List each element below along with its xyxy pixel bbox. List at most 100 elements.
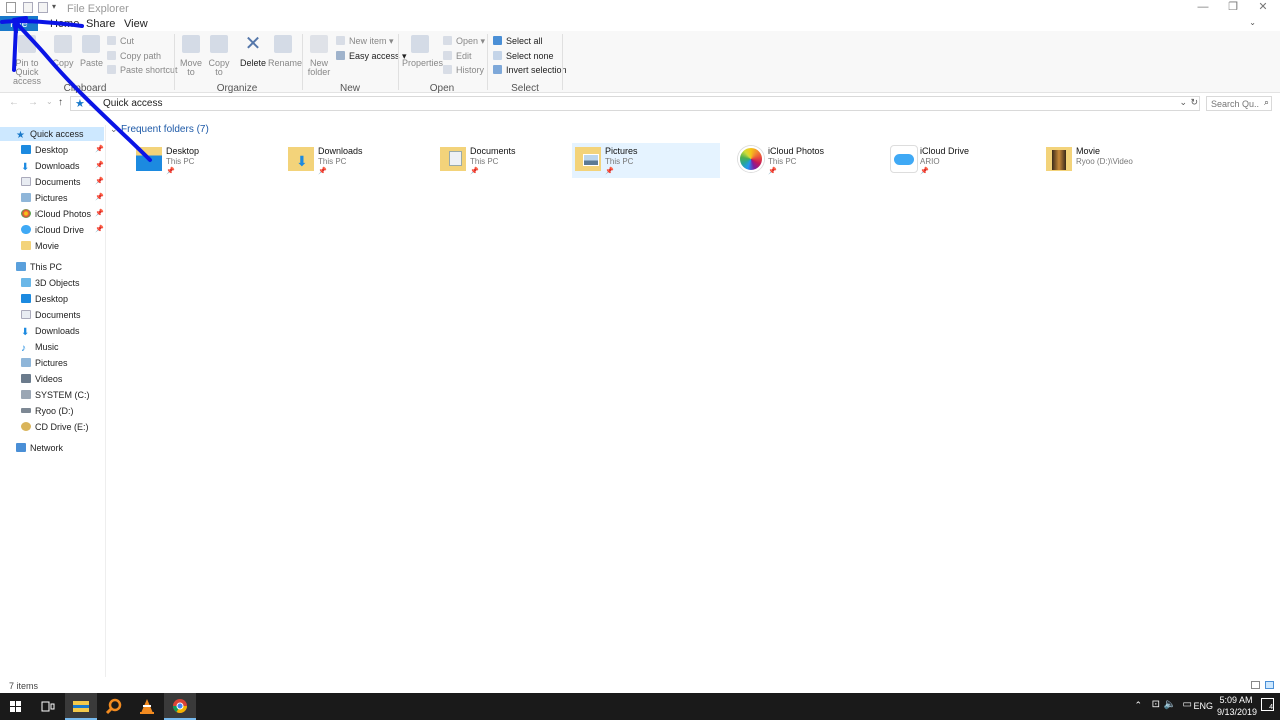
nav-documents[interactable]: Documents 📌: [21, 175, 104, 189]
battery-icon[interactable]: ▭: [1183, 699, 1192, 710]
folder-pictures[interactable]: Pictures This PC 📌: [572, 143, 720, 178]
new-folder-qat-icon[interactable]: [38, 2, 48, 13]
forward-arrow-icon[interactable]: →: [28, 97, 38, 108]
nav-pc-videos[interactable]: Videos: [21, 372, 62, 386]
network-status-icon[interactable]: ⊡: [1152, 699, 1160, 710]
show-hidden-icons-icon[interactable]: ⌃: [1134, 700, 1142, 711]
nav-ryoo-d[interactable]: Ryoo (D:): [21, 404, 74, 418]
collapse-chevron-icon[interactable]: ⌄: [110, 124, 118, 135]
paste-button[interactable]: Paste: [80, 35, 103, 68]
copy-button[interactable]: Copy: [52, 35, 74, 68]
tab-view[interactable]: View: [124, 18, 148, 30]
nav-icloud-drive[interactable]: iCloud Drive 📌: [21, 223, 104, 237]
open-button[interactable]: Open ▾: [443, 35, 485, 47]
address-field[interactable]: ★ › Quick access ⌄ ↻: [70, 96, 1200, 111]
pictures-icon: [21, 193, 31, 202]
history-button[interactable]: History: [443, 64, 484, 76]
cut-button[interactable]: Cut: [107, 35, 134, 47]
new-item-button[interactable]: New item ▾: [336, 35, 394, 47]
copy-path-button[interactable]: Copy path: [107, 50, 161, 62]
folder-documents[interactable]: Documents This PC 📌: [437, 143, 585, 178]
maximize-button[interactable]: ❐: [1218, 0, 1248, 16]
nav-pc-desktop[interactable]: Desktop: [21, 292, 68, 306]
task-view-button[interactable]: [32, 693, 64, 720]
clock-date[interactable]: 9/13/2019: [1216, 707, 1258, 717]
nav-pc-documents[interactable]: Documents: [21, 308, 81, 322]
volume-icon[interactable]: 🔈: [1164, 699, 1176, 710]
folder-icloud-drive[interactable]: iCloud Drive ARIO 📌: [887, 143, 1035, 178]
nav-cd-drive-e[interactable]: CD Drive (E:): [21, 420, 89, 434]
folder-icloud-photos[interactable]: iCloud Photos This PC 📌: [735, 143, 883, 178]
nav-quick-access[interactable]: ★ Quick access: [0, 127, 104, 141]
language-indicator[interactable]: ENG: [1193, 701, 1213, 711]
status-bar: 7 items: [0, 679, 1280, 693]
nav-pc-pictures[interactable]: Pictures: [21, 356, 68, 370]
taskbar-search-app[interactable]: [98, 693, 130, 720]
delete-button[interactable]: ✕ Delete: [240, 34, 266, 68]
taskbar-chrome[interactable]: [164, 693, 196, 720]
nav-desktop[interactable]: Desktop 📌: [21, 143, 104, 157]
nav-pc-music[interactable]: ♪ Music: [21, 340, 59, 354]
rename-button[interactable]: Rename: [268, 35, 302, 68]
folder-downloads[interactable]: ⬇ Downloads This PC 📌: [285, 143, 433, 178]
paste-shortcut-button[interactable]: Paste shortcut: [107, 64, 178, 76]
nav-pc-downloads[interactable]: ⬇ Downloads: [21, 324, 80, 338]
new-folder-button[interactable]: New folder: [306, 35, 332, 77]
edit-button[interactable]: Edit: [443, 50, 472, 62]
breadcrumb-quick-access[interactable]: Quick access: [103, 98, 162, 109]
recent-locations-icon[interactable]: ⌄: [46, 97, 53, 106]
qat-dropdown-icon[interactable]: ▾: [52, 2, 56, 11]
search-box[interactable]: ⌕: [1206, 96, 1272, 111]
tab-home[interactable]: Home: [50, 18, 79, 30]
frequent-folders-header[interactable]: Frequent folders (7): [121, 124, 209, 135]
properties-button[interactable]: Properties: [402, 35, 443, 68]
taskbar-file-explorer[interactable]: [65, 693, 97, 720]
pin-icon[interactable]: 📌: [95, 191, 104, 205]
move-to-button[interactable]: Move to: [180, 35, 202, 77]
pin-icon[interactable]: 📌: [95, 143, 104, 157]
minimize-button[interactable]: —: [1188, 0, 1218, 16]
tab-share[interactable]: Share: [86, 18, 115, 30]
pin-icon[interactable]: 📌: [95, 175, 104, 189]
copy-path-icon: [107, 51, 116, 60]
invert-selection-button[interactable]: Invert selection: [493, 64, 567, 76]
nav-this-pc[interactable]: This PC: [16, 260, 62, 274]
up-arrow-icon[interactable]: ↑: [58, 97, 63, 108]
expand-ribbon-icon[interactable]: ⌄: [1249, 18, 1256, 27]
search-input[interactable]: [1207, 97, 1259, 110]
nav-downloads[interactable]: ⬇ Downloads 📌: [21, 159, 104, 173]
refresh-icon[interactable]: ↻: [1190, 97, 1198, 108]
folder-desktop[interactable]: Desktop This PC 📌: [133, 143, 281, 178]
pin-quick-access-button[interactable]: Pin to Quick access: [4, 35, 50, 86]
folder-movie[interactable]: Movie Ryoo (D:)\Video: [1043, 143, 1191, 178]
search-icon[interactable]: ⌕: [1264, 97, 1269, 108]
nav-movie[interactable]: Movie: [21, 239, 59, 253]
select-all-button[interactable]: Select all: [493, 35, 543, 47]
pin-icon[interactable]: 📌: [95, 159, 104, 173]
easy-access-button[interactable]: Easy access ▾: [336, 50, 407, 62]
close-button[interactable]: ✕: [1248, 0, 1278, 16]
nav-network[interactable]: Network: [16, 441, 63, 455]
copy-to-button[interactable]: Copy to: [208, 35, 230, 77]
nav-3d-objects[interactable]: 3D Objects: [21, 276, 80, 290]
select-none-button[interactable]: Select none: [493, 50, 554, 62]
download-arrow-icon: ⬇: [21, 162, 30, 173]
start-button[interactable]: [0, 693, 32, 720]
notification-icon[interactable]: 4: [1261, 698, 1274, 711]
windows-logo-icon: [10, 701, 21, 712]
taskbar-vlc[interactable]: [131, 693, 163, 720]
downloads-folder-icon: ⬇: [288, 147, 314, 171]
app-icon[interactable]: [6, 2, 16, 13]
nav-icloud-photos[interactable]: iCloud Photos 📌: [21, 207, 104, 221]
details-view-icon[interactable]: [1251, 681, 1260, 689]
clock-time[interactable]: 5:09 AM: [1217, 695, 1255, 705]
properties-qat-icon[interactable]: [23, 2, 33, 13]
large-icons-view-icon[interactable]: [1265, 681, 1274, 689]
address-dropdown-icon[interactable]: ⌄: [1179, 97, 1187, 108]
pin-icon[interactable]: 📌: [95, 223, 104, 237]
back-arrow-icon[interactable]: ←: [9, 97, 19, 108]
nav-pictures[interactable]: Pictures 📌: [21, 191, 104, 205]
pin-icon[interactable]: 📌: [95, 207, 104, 221]
open-group-label: Open: [429, 83, 455, 94]
nav-system-c[interactable]: SYSTEM (C:): [21, 388, 90, 402]
